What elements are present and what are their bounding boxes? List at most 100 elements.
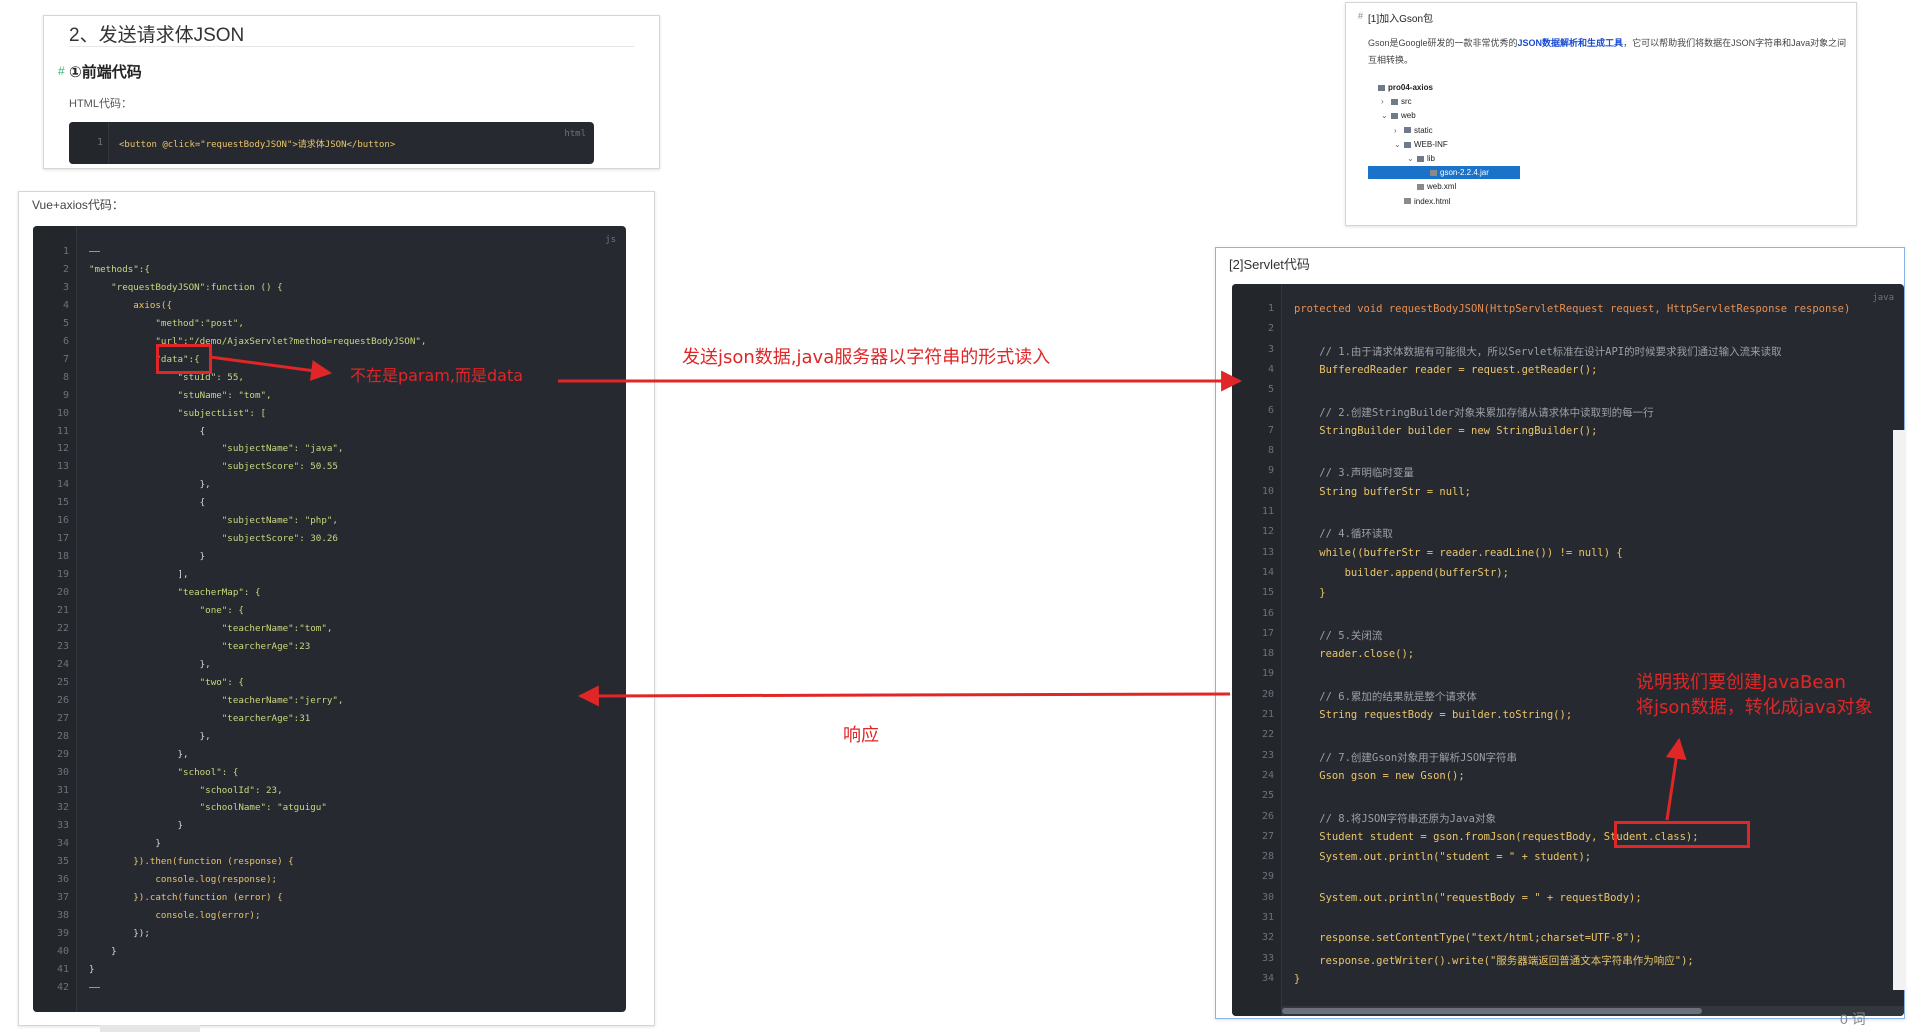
- line-number: 8: [62, 371, 69, 383]
- html-code-block: html 1 <button @click="requestBodyJSON">…: [69, 122, 594, 164]
- line-number: 4: [1267, 363, 1274, 375]
- line-number: 10: [1261, 485, 1274, 497]
- line-number: 18: [1261, 648, 1274, 660]
- line-number: 33: [56, 820, 69, 832]
- code-line: }).then(function (response) {: [89, 856, 294, 868]
- line-number: 6: [62, 335, 69, 347]
- tree-node-label: web.xml: [1427, 182, 1457, 192]
- code-lang-label: js: [605, 235, 616, 245]
- code-line: protected void requestBodyJSON(HttpServl…: [1294, 303, 1851, 315]
- code-line: while((bufferStr = reader.readLine()) !=…: [1294, 546, 1623, 559]
- line-number: 10: [56, 407, 69, 419]
- chevron-icon[interactable]: ⌄: [1381, 109, 1391, 122]
- student-class-highlight: [1614, 821, 1750, 848]
- code-line: }: [89, 820, 184, 832]
- tree-node[interactable]: ⌄ lib: [1368, 152, 1568, 165]
- vertical-scrollbar[interactable]: [1893, 430, 1905, 990]
- code-line: "method":"post",: [89, 317, 244, 329]
- line-number: 13: [56, 461, 69, 473]
- line-number: 9: [62, 389, 69, 401]
- line-number: 26: [56, 694, 69, 706]
- chevron-icon[interactable]: ›: [1394, 124, 1404, 137]
- code-line: console.log(response);: [89, 874, 278, 886]
- chevron-icon[interactable]: ⌄: [1394, 138, 1404, 151]
- gson-description: Gson是Google研发的一款非常优秀的JSON数据解析和生成工具，它可以帮助…: [1368, 35, 1848, 69]
- hash-icon: #: [58, 64, 65, 78]
- folder-icon: [1417, 155, 1424, 162]
- line-number: 23: [56, 640, 69, 652]
- chevron-icon[interactable]: ⌄: [1407, 152, 1417, 165]
- code-line: "stuName": "tom",: [89, 389, 272, 401]
- desc-bold: JSON数据解析和生成工具: [1517, 38, 1624, 48]
- code-line: String bufferStr = null;: [1294, 485, 1472, 498]
- hash-icon: #: [1358, 11, 1364, 21]
- section-heading: 2、发送请求体JSON: [69, 25, 245, 46]
- desc-text: Gson是Google研发的一款非常优秀的: [1368, 38, 1518, 48]
- code-line: "subjectName": "java",: [89, 443, 344, 455]
- line-number: 11: [1261, 506, 1274, 517]
- servlet-code-card: [2]Servlet代码 java 1 protected void reques…: [1215, 247, 1905, 1019]
- line-number: 6: [1267, 404, 1274, 416]
- annotation-javabean-1: 说明我们要创建JavaBean: [1636, 672, 1846, 693]
- line-number: 14: [1261, 566, 1274, 578]
- code-line: "schoolName": "atguigu": [89, 802, 327, 814]
- tree-node-label: lib: [1427, 154, 1436, 163]
- line-number: 24: [1261, 769, 1274, 781]
- line-number: 15: [1261, 587, 1274, 599]
- code-line: ],: [89, 569, 189, 581]
- code-line: "requestBodyJSON":function () {: [89, 281, 283, 293]
- tree-node[interactable]: › src: [1368, 95, 1568, 108]
- code-line: {: [89, 497, 206, 509]
- html-code-label: HTML代码：: [69, 98, 132, 110]
- line-number: 5: [1267, 384, 1274, 396]
- scrollbar-thumb[interactable]: [1282, 1008, 1702, 1014]
- code-line: Gson gson = new Gson();: [1294, 769, 1465, 782]
- code-line: // 1.由于请求体数据有可能很大，所以Servlet标准在设计API的时候要求…: [1294, 345, 1782, 358]
- tree-node[interactable]: gson-2.2.4.jar: [1368, 166, 1520, 180]
- code-line: },: [89, 748, 189, 760]
- line-number: 1: [96, 137, 103, 148]
- line-number: 25: [56, 676, 69, 688]
- word-count: 0 词: [1840, 1011, 1866, 1027]
- line-number: 1: [62, 246, 69, 257]
- code-line: BufferedReader reader = request.getReade…: [1294, 363, 1598, 376]
- tree-node[interactable]: index.html: [1368, 195, 1568, 208]
- file-icon: [1430, 170, 1437, 177]
- line-number: 13: [1261, 546, 1274, 558]
- tree-node[interactable]: ⌄ web: [1368, 109, 1568, 122]
- code-line: }: [89, 946, 117, 958]
- line-number: 35: [56, 856, 69, 868]
- code-line: // 8.将JSON字符串还原为Java对象: [1294, 812, 1496, 825]
- line-number: 32: [56, 802, 69, 814]
- code-line: ——: [89, 246, 101, 257]
- project-tree: pro04-axios › src ⌄ web › static ⌄ WEB-INF ⌄ lib gs…: [1368, 81, 1568, 211]
- code-line: }: [1294, 972, 1301, 985]
- html-code-card: 2、发送请求体JSON # ①前端代码 HTML代码： html 1 <butt…: [43, 15, 660, 169]
- code-line: System.out.println("requestBody = " + re…: [1294, 891, 1642, 904]
- subheading: ①前端代码: [69, 64, 142, 81]
- line-number: 11: [56, 425, 69, 437]
- code-line: "two": {: [89, 676, 244, 688]
- code-lang-label: java: [1872, 293, 1894, 303]
- tree-node-label: index.html: [1414, 196, 1451, 206]
- tree-node[interactable]: ⌄ WEB-INF: [1368, 138, 1568, 151]
- line-number: 28: [56, 730, 69, 742]
- tree-node[interactable]: pro04-axios: [1368, 81, 1568, 94]
- tree-node-label: src: [1401, 97, 1412, 107]
- code-line: "subjectScore": 50.55: [89, 461, 338, 473]
- tree-node[interactable]: › static: [1368, 124, 1568, 137]
- code-line: console.log(error);: [89, 910, 261, 922]
- chevron-icon[interactable]: ›: [1381, 95, 1391, 108]
- line-number: 17: [56, 533, 69, 545]
- horizontal-scrollbar[interactable]: [1282, 1006, 1904, 1016]
- code-line: reader.close();: [1294, 648, 1415, 661]
- code-line: },: [89, 658, 211, 670]
- code-line: // 2.创建StringBuilder对象来累加存储从请求体中读取到的每一行: [1294, 406, 1654, 419]
- arrow-response: [577, 685, 1231, 707]
- tree-node[interactable]: web.xml: [1368, 180, 1568, 193]
- code-line: }: [89, 838, 161, 850]
- bottom-scrollbar[interactable]: [100, 1025, 200, 1032]
- line-number: 2: [1267, 323, 1274, 335]
- line-number: 37: [56, 892, 69, 904]
- line-number: 22: [56, 622, 69, 634]
